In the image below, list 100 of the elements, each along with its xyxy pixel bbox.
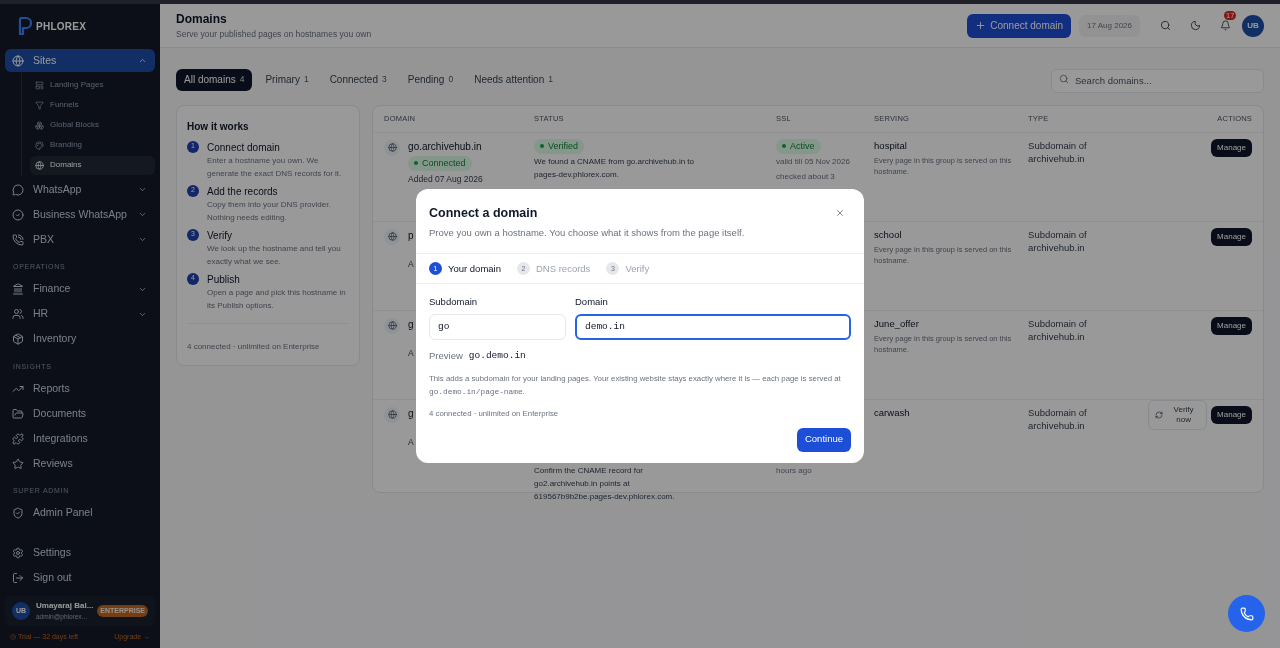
step-text: We look up the hostname and tell you exactly what we see. xyxy=(207,242,342,268)
shield-icon xyxy=(12,507,24,519)
serving-group: school xyxy=(874,227,1019,242)
manage-button[interactable]: Manage xyxy=(1211,405,1252,424)
nav-item[interactable]: Business WhatsApp xyxy=(5,203,155,226)
user-avatar[interactable]: UB xyxy=(1242,14,1264,37)
filter-tab[interactable]: Connected 3 xyxy=(321,68,395,91)
nav-item[interactable]: Reports xyxy=(5,377,155,400)
filter-tab[interactable]: Needs attention 1 xyxy=(466,68,561,91)
dialog-title: Connect a domain xyxy=(429,205,539,223)
nav-item[interactable]: Settings xyxy=(5,540,155,565)
nav-item[interactable]: Sites xyxy=(5,49,155,72)
usage-note: 4 connected · unlimited on Enterprise xyxy=(187,341,320,351)
manage-button[interactable]: Manage xyxy=(1211,138,1252,157)
field-label: Domain xyxy=(575,295,609,310)
filter-tab[interactable]: Pending 0 xyxy=(399,68,462,91)
verify-button[interactable]: Verify now xyxy=(1148,399,1208,430)
dialog-subtitle: Prove you own a hostname. You choose what it shows from the page itself. xyxy=(429,226,746,241)
subnav-item[interactable]: Funnels xyxy=(30,95,155,115)
nav-item[interactable]: Admin Panel xyxy=(5,501,155,525)
serving-group: carwash xyxy=(874,405,1019,420)
domain-type: Subdomain of archivehub.in xyxy=(1028,138,1088,165)
search-icon[interactable] xyxy=(1160,20,1171,31)
nav-item[interactable]: Inventory xyxy=(5,327,155,351)
serving-group: hospital xyxy=(874,138,1019,153)
step-title: Add the records xyxy=(207,184,279,198)
moon-icon[interactable] xyxy=(1190,20,1201,31)
nav-item[interactable]: Reviews xyxy=(5,452,155,475)
filter-tab[interactable]: Primary 1 xyxy=(257,68,317,91)
page-subtitle: Serve your published pages on hostnames you own xyxy=(176,28,373,41)
nav-item[interactable]: Finance xyxy=(5,277,155,301)
step-title: Verify xyxy=(207,228,233,242)
domain-name: p xyxy=(408,228,414,243)
step-text: Open a page and pick this hostname in its Publish options. xyxy=(207,286,347,312)
domain-type: Subdomain of archivehub.in xyxy=(1028,227,1088,254)
star-icon xyxy=(12,457,24,470)
filter-tab[interactable]: All domains 4 xyxy=(176,68,253,91)
step-text: Enter a hostname you own. We generate the exact DNS records for it. xyxy=(207,154,343,180)
added-date: A xyxy=(408,257,414,271)
step-text: Copy them into your DNS provider. Nothing needs editing. xyxy=(207,198,332,224)
ssl-validity: valid till 05 Nov 2026 xyxy=(776,156,850,167)
ssl-note: hours ago xyxy=(776,464,812,477)
search-icon xyxy=(1059,74,1069,84)
logo: PHLOREX xyxy=(36,19,87,34)
globe-icon xyxy=(12,54,24,67)
globe-icon xyxy=(35,160,44,170)
added-date: A xyxy=(408,435,414,449)
subnav-item[interactable]: Branding xyxy=(30,135,155,155)
nav-item[interactable]: HR xyxy=(5,302,155,326)
bell-icon[interactable] xyxy=(1220,20,1231,31)
logout-icon xyxy=(12,571,24,584)
domain-type: Subdomain of archivehub.in xyxy=(1028,316,1088,343)
bank-icon xyxy=(12,283,24,295)
globe-icon xyxy=(387,321,397,330)
nav-item[interactable]: Sign out xyxy=(5,565,155,590)
phone-icon xyxy=(1239,606,1254,621)
nav-item[interactable]: PBX xyxy=(5,228,155,251)
manage-button[interactable]: Manage xyxy=(1211,227,1252,246)
globe-icon xyxy=(387,232,397,241)
gear-icon xyxy=(12,546,24,559)
domain-name: go.archivehub.in xyxy=(408,139,482,154)
logo-mark-icon xyxy=(18,16,32,36)
manage-button[interactable]: Manage xyxy=(1211,316,1252,335)
plus-icon xyxy=(975,20,987,31)
status-text: We found a CNAME from go.archivehub.in to pages-dev.phlorex.com. xyxy=(534,156,695,181)
preview-hostname: go.demo.in xyxy=(468,348,526,363)
step-title: Connect domain xyxy=(207,140,281,154)
globe-icon xyxy=(387,410,397,419)
domain-name: g xyxy=(408,406,414,421)
palette-icon xyxy=(35,140,44,150)
text-field[interactable]: demo.in xyxy=(575,313,851,340)
preview-label: Preview xyxy=(429,348,463,363)
search-field[interactable]: Search domains... xyxy=(1051,68,1264,93)
added-date: Added 07 Aug 2026 xyxy=(408,173,483,186)
folder-icon xyxy=(12,407,24,420)
domain-type: Subdomain of archivehub.in xyxy=(1028,405,1088,432)
check-circle-icon xyxy=(12,208,24,221)
boxes-icon xyxy=(35,120,44,130)
domain-name: g xyxy=(408,317,414,332)
subnav-item[interactable]: Domains xyxy=(30,155,155,175)
filter-icon xyxy=(35,100,44,110)
continue-button[interactable]: Continue xyxy=(796,427,851,452)
status-pill: Active xyxy=(776,138,821,154)
card-title: How it works xyxy=(187,119,250,134)
close-icon[interactable] xyxy=(835,208,845,219)
subnav-item[interactable]: Global Blocks xyxy=(30,115,155,135)
ssl-note: checked about 3 xyxy=(776,171,835,183)
nav-item[interactable]: Integrations xyxy=(5,427,155,450)
text-field[interactable]: go xyxy=(429,313,566,340)
puzzle-icon xyxy=(12,432,24,445)
subnav-item[interactable]: Landing Pages xyxy=(30,75,155,95)
connect-domain-button[interactable]: Connect domain xyxy=(967,13,1072,38)
status-pill: Connected xyxy=(408,155,472,171)
globe-icon xyxy=(387,143,397,152)
chat-bubble-icon xyxy=(12,183,24,196)
clock-icon xyxy=(10,634,16,640)
page-title: Domains xyxy=(176,11,228,29)
nav-item[interactable]: WhatsApp xyxy=(5,178,155,201)
nav-item[interactable]: Documents xyxy=(5,402,155,425)
date-chip: 17 Aug 2026 xyxy=(1079,14,1140,37)
